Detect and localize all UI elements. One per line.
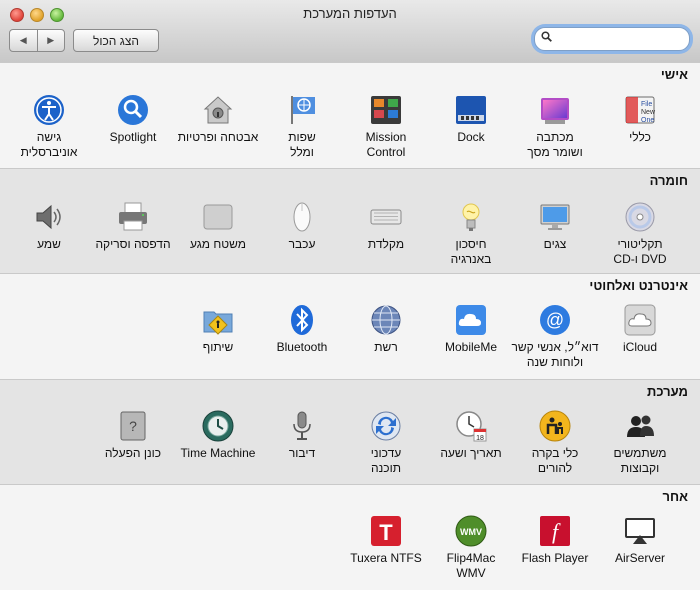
- tuxera-ntfs-icon: T: [371, 516, 401, 546]
- svg-text:New: New: [641, 109, 656, 116]
- time-machine-icon: [202, 410, 234, 442]
- desktop-screensaver-icon: [541, 98, 569, 124]
- sound-icon: [36, 204, 61, 230]
- toolbar: העדפות המערכת ◀ ▶ הצג הכול: [0, 0, 700, 63]
- mobileme-icon: [456, 305, 486, 335]
- forward-button[interactable]: ▶: [38, 30, 65, 51]
- flip4mac-wmv-icon: WMV: [455, 515, 487, 547]
- network-icon: [371, 305, 401, 335]
- section-system: מערכת משתמשים וקבוצות כלי בקרה להורים 18…: [0, 379, 700, 485]
- keyboard-icon: [370, 209, 402, 225]
- bluetooth-icon: [291, 305, 313, 335]
- section-title-other: אחר: [662, 489, 688, 504]
- print-scan-icon: [119, 202, 147, 231]
- section-internet-wireless: אינטרנט ואלחוטי iCloud @ דוא״ל, אנשי קשר…: [0, 273, 700, 380]
- displays-icon: [540, 204, 570, 230]
- show-all-button[interactable]: הצג הכול: [73, 29, 159, 52]
- dock-icon: [456, 96, 486, 124]
- icloud-icon: [624, 304, 656, 336]
- spotlight-icon: [118, 95, 148, 125]
- pref-universal-access-label: גישה אוניברסלית: [20, 130, 78, 159]
- airserver-icon: [625, 518, 655, 544]
- general-icon: File New One: [625, 96, 656, 124]
- section-title-internet-wireless: אינטרנט ואלחוטי: [589, 278, 688, 293]
- pref-tuxera-ntfs-label: Tuxera NTFS: [350, 551, 422, 565]
- search-icon: [541, 31, 552, 42]
- svg-text:?: ?: [129, 418, 137, 434]
- mission-control-icon: [371, 96, 401, 124]
- flash-player-icon: f: [540, 516, 570, 546]
- section-title-system: מערכת: [647, 384, 688, 399]
- back-button[interactable]: ◀: [10, 30, 38, 51]
- software-update-icon: [371, 411, 401, 441]
- svg-text:File: File: [641, 101, 652, 108]
- svg-text:WMV: WMV: [460, 527, 482, 537]
- svg-text:18: 18: [476, 435, 484, 442]
- mail-contacts-calendars-icon: @: [540, 305, 570, 335]
- energy-saver-icon: [462, 203, 480, 231]
- sharing-icon: [203, 311, 233, 335]
- pref-startup-disk-label: כונן הפעלה: [104, 446, 162, 460]
- trackpad-icon: [203, 204, 233, 230]
- pref-sound-label: שמע: [37, 237, 61, 251]
- speech-icon: [293, 411, 311, 440]
- svg-text:One: One: [641, 117, 654, 124]
- mouse-icon: [293, 202, 311, 232]
- system-preferences-window: העדפות המערכת ◀ ▶ הצג הכול אישי File New…: [0, 0, 700, 590]
- startup-disk-icon: ?: [120, 411, 146, 441]
- section-other: אחר AirServer f Flash Player WMV Flip4Ma…: [0, 484, 700, 590]
- parental-controls-icon: [539, 410, 571, 442]
- users-groups-icon: [627, 415, 654, 437]
- back-forward-control: ◀ ▶: [9, 29, 65, 52]
- window-title: העדפות המערכת: [303, 6, 397, 21]
- svg-text:T: T: [379, 520, 393, 545]
- section-title-personal: אישי: [660, 67, 688, 82]
- security-privacy-icon: [203, 96, 233, 124]
- language-text-icon: [291, 96, 315, 124]
- universal-access-icon: [34, 95, 64, 125]
- pref-sharing-label: שיתוף: [202, 340, 234, 354]
- section-title-hardware: חומרה: [649, 173, 688, 188]
- section-hardware: חומרה תקליטורי DVD ו-CD צגים חיסכון באנר…: [0, 168, 700, 274]
- svg-text:@: @: [546, 310, 564, 330]
- date-time-icon: 18: [456, 411, 487, 442]
- search-field[interactable]: [534, 27, 690, 51]
- search-input[interactable]: [555, 30, 685, 48]
- cds-dvds-icon: [625, 202, 655, 232]
- section-personal: אישי File New One כללי מכתבה ושומר מסך D…: [0, 62, 700, 169]
